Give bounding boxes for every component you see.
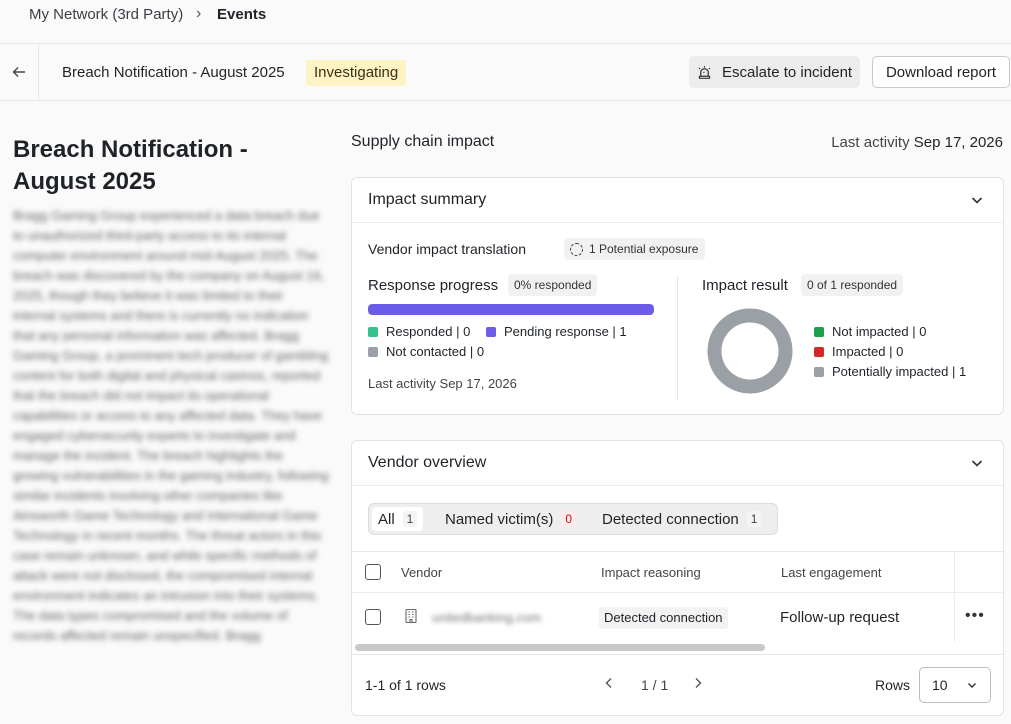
chevron-right-icon[interactable]	[693, 676, 703, 692]
tab-named-victims[interactable]: Named victim(s) 0	[439, 507, 582, 531]
rows-per-page-select[interactable]: 10	[919, 667, 991, 703]
legend-label: Pending response | 1	[504, 324, 627, 339]
select-all-checkbox[interactable]	[365, 564, 381, 580]
building-icon	[405, 608, 417, 624]
column-header-impact-reasoning[interactable]: Impact reasoning	[601, 565, 701, 580]
event-description: Bragg Gaming Group experienced a data br…	[13, 208, 329, 643]
legend-swatch	[368, 326, 378, 337]
legend-potentially-impacted: Potentially impacted | 1	[814, 364, 966, 379]
legend-impacted: Impacted | 0	[814, 344, 903, 359]
download-report-button[interactable]: Download report	[872, 56, 1010, 88]
last-activity-date: Sep 17, 2026	[913, 134, 1003, 151]
event-header: Breach Notification - August 2025 Invest…	[0, 44, 1011, 101]
response-last-activity: Last activity Sep 17, 2026	[368, 376, 517, 391]
vendor-overview-card: Vendor overview All 1 Named victim(s) 0 …	[351, 440, 1004, 716]
response-progress-label: Response progress	[368, 277, 499, 294]
vendor-table: Vendor Impact reasoning Last engagement …	[352, 551, 1003, 655]
impact-result-label: Impact result	[702, 277, 788, 294]
rows-per-page-label: Rows	[875, 677, 911, 693]
supply-chain-title: Supply chain impact	[351, 133, 495, 150]
legend-pending: Pending response | 1	[486, 324, 627, 339]
vendor-overview-title: Vendor overview	[368, 454, 487, 471]
last-engagement: Follow-up request	[780, 609, 900, 626]
event-title: Breach Notification - August 2025	[62, 64, 285, 81]
row-checkbox[interactable]	[365, 609, 381, 625]
vendor-impact-label: Vendor impact translation	[368, 241, 526, 257]
tab-detected-connection[interactable]: Detected connection 1	[596, 507, 767, 531]
legend-label: Not impacted | 0	[832, 324, 927, 339]
chevron-down-icon[interactable]	[968, 191, 986, 209]
impact-responded-pill: 0 of 1 responded	[801, 274, 904, 296]
arrow-left-icon	[12, 67, 25, 77]
tab-label: All	[378, 510, 395, 528]
legend-label: Responded | 0	[386, 324, 471, 339]
tab-count: 0	[561, 511, 577, 527]
legend-swatch	[368, 346, 378, 357]
rows-per-page-value: 10	[932, 677, 948, 693]
legend-responded: Responded | 0	[368, 324, 470, 339]
vendor-name[interactable]: unitedbanking.com	[432, 610, 541, 625]
potential-exposure-pill: 1 Potential exposure	[564, 238, 706, 260]
legend-label: Not contacted | 0	[386, 344, 485, 359]
responded-percent-pill: 0% responded	[508, 274, 598, 296]
rows-count-text: 1-1 of 1 rows	[365, 677, 446, 693]
progress-fill	[368, 304, 654, 315]
legend-swatch	[814, 366, 824, 377]
legend-label: Potentially impacted | 1	[832, 364, 967, 379]
vendor-overview-header[interactable]: Vendor overview	[352, 441, 1003, 486]
chevron-down-icon	[968, 683, 976, 688]
last-activity-label: Last activity	[831, 134, 910, 151]
chevron-down-icon[interactable]	[968, 454, 986, 472]
tab-count: 1	[746, 511, 762, 527]
legend-not-contacted: Not contacted | 0	[368, 344, 484, 359]
response-progress-bar	[368, 304, 654, 315]
impact-reasoning-tag: Detected connection	[599, 607, 728, 629]
escalate-to-incident-button[interactable]: Escalate to incident	[689, 56, 860, 88]
potential-exposure-text: 1 Potential exposure	[589, 242, 699, 256]
tab-all[interactable]: All 1	[372, 507, 424, 531]
impact-summary-header[interactable]: Impact summary	[352, 178, 1003, 223]
column-divider	[954, 552, 955, 642]
column-header-last-engagement[interactable]: Last engagement	[781, 565, 881, 580]
breadcrumb-parent-link[interactable]: My Network (3rd Party)	[29, 6, 183, 23]
horizontal-scrollbar[interactable]	[355, 644, 765, 651]
status-badge: Investigating	[306, 60, 407, 86]
legend-swatch	[814, 326, 824, 337]
legend-swatch	[486, 326, 496, 337]
breadcrumb-current: Events	[217, 6, 267, 23]
legend-swatch	[814, 346, 824, 357]
escalate-label: Escalate to incident	[722, 63, 853, 81]
donut-segment-2	[707, 308, 793, 394]
impact-donut-chart	[707, 308, 793, 394]
vendor-filter-tabs: All 1 Named victim(s) 0 Detected connect…	[368, 503, 778, 535]
header-divider	[352, 592, 1003, 593]
chevron-left-icon[interactable]	[604, 676, 614, 692]
legend-label: Impacted | 0	[832, 344, 904, 359]
tab-count: 1	[402, 511, 418, 527]
page-title: Breach Notification - August 2025	[13, 136, 248, 195]
dashed-circle-icon	[570, 242, 583, 256]
column-header-vendor[interactable]: Vendor	[401, 565, 442, 580]
legend-not-impacted: Not impacted | 0	[814, 324, 926, 339]
siren-icon	[698, 65, 711, 79]
back-button[interactable]	[0, 44, 39, 100]
breadcrumb: My Network (3rd Party) › Events	[0, 0, 1011, 44]
tab-label: Named victim(s)	[445, 510, 554, 528]
divider	[677, 276, 678, 400]
tab-label: Detected connection	[602, 510, 739, 528]
chevron-right-icon: ›	[196, 5, 202, 22]
more-options-icon[interactable]: •••	[965, 607, 985, 625]
page-indicator: 1 / 1	[641, 677, 669, 693]
impact-summary-title: Impact summary	[368, 191, 487, 208]
impact-summary-card: Impact summary Vendor impact translation…	[351, 177, 1004, 415]
last-activity: Last activity Sep 17, 2026	[831, 134, 1003, 151]
